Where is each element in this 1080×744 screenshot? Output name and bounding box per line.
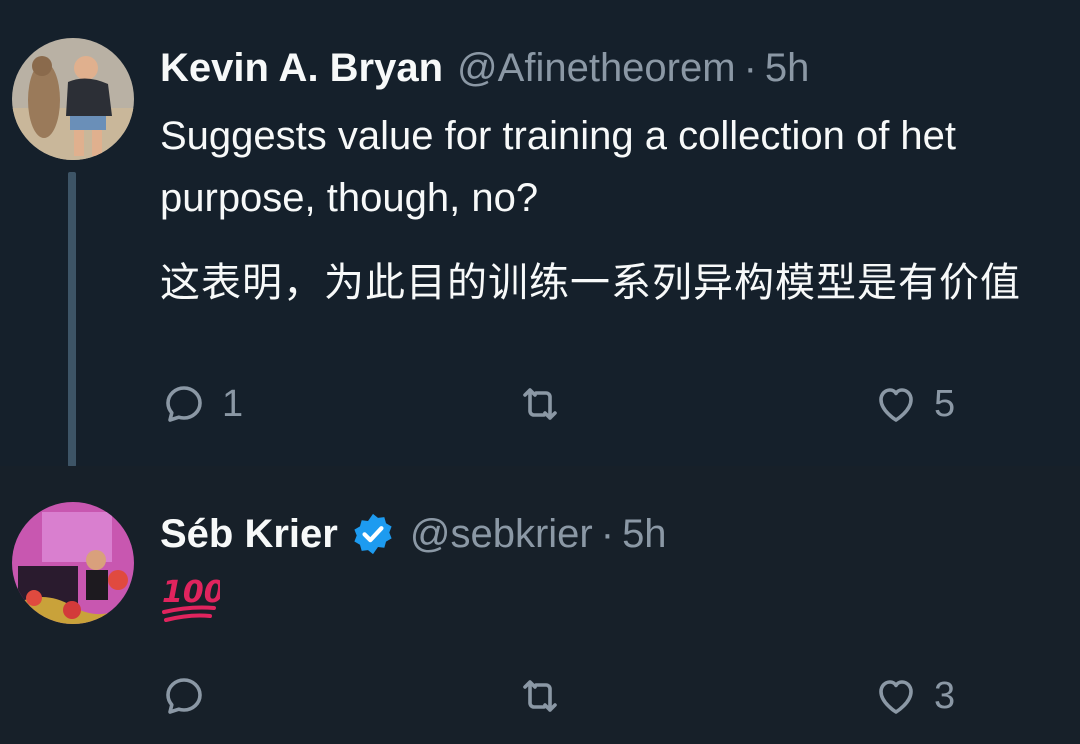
retweet-icon bbox=[523, 680, 557, 712]
separator-dot: · bbox=[600, 512, 615, 556]
verified-badge-icon bbox=[354, 513, 392, 555]
timestamp[interactable]: 5h bbox=[622, 510, 667, 558]
retweet-button[interactable] bbox=[516, 374, 578, 434]
like-button[interactable]: 5 bbox=[872, 374, 955, 434]
author-handle[interactable]: @sebkrier bbox=[410, 510, 593, 558]
tweet-header: Séb Krier @sebkrier · 5h bbox=[160, 510, 667, 558]
svg-text:100: 100 bbox=[162, 575, 220, 610]
author-name[interactable]: Séb Krier bbox=[160, 510, 338, 558]
heart-icon bbox=[879, 388, 913, 422]
hundred-points-icon: 100 bbox=[162, 575, 225, 622]
hundred-emoji-text: 💯 bbox=[160, 572, 161, 573]
reply-icon bbox=[166, 386, 202, 422]
heart-icon bbox=[879, 680, 913, 714]
reply-button[interactable] bbox=[160, 666, 222, 726]
retweet-button[interactable] bbox=[516, 666, 578, 726]
timestamp[interactable]: 5h bbox=[765, 44, 810, 92]
tweet-translation: 这表明，为此目的训练一系列异构模型是有价值 bbox=[160, 261, 1021, 305]
tweet-text: 💯 100 bbox=[160, 572, 225, 628]
author-handle[interactable]: @Afinetheorem bbox=[457, 44, 736, 92]
tweet-kevin-bryan[interactable]: Kevin A. Bryan @Afinetheorem · 5h Sugges… bbox=[0, 0, 1080, 467]
tweet-actions: 1 5 bbox=[0, 374, 1080, 434]
author-name[interactable]: Kevin A. Bryan bbox=[160, 44, 443, 92]
retweet-icon bbox=[523, 388, 557, 420]
tweet-text-line: Suggests value for training a collection… bbox=[160, 114, 957, 158]
reply-icon bbox=[166, 678, 202, 714]
reply-count: 1 bbox=[222, 382, 244, 425]
tweet-text-line: purpose, though, no? bbox=[160, 176, 539, 220]
avatar-kevin-bryan[interactable] bbox=[12, 38, 134, 160]
like-count: 3 bbox=[934, 674, 956, 717]
separator-dot: · bbox=[743, 46, 757, 90]
reply-button[interactable]: 1 bbox=[160, 374, 243, 434]
tweet-actions: 3 bbox=[0, 666, 1080, 726]
like-count: 5 bbox=[934, 382, 956, 425]
tweet-header: Kevin A. Bryan @Afinetheorem · 5h bbox=[160, 44, 809, 92]
tweet-seb-krier[interactable]: Séb Krier @sebkrier · 5h 💯 100 bbox=[0, 466, 1080, 744]
like-button[interactable]: 3 bbox=[872, 666, 955, 726]
avatar-seb-krier[interactable] bbox=[12, 502, 134, 624]
